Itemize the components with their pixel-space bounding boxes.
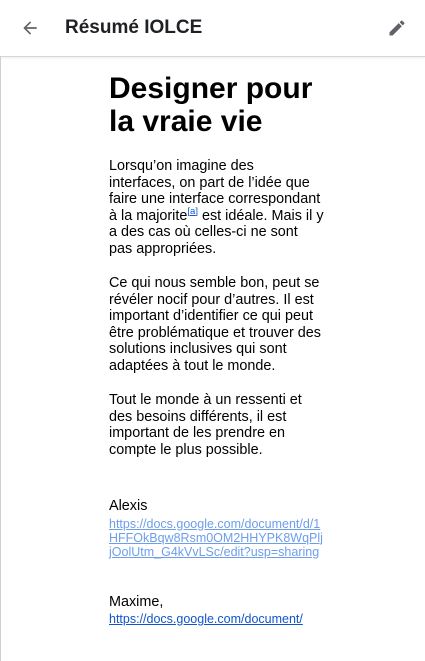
app-bar: Résumé IOLCE bbox=[0, 0, 425, 57]
document-body: Designer pour la vraie vie Lorsqu’on ima… bbox=[109, 72, 324, 626]
page-edge-divider bbox=[0, 56, 1, 661]
signature-alexis: Alexis https://docs.google.com/document/… bbox=[109, 498, 324, 559]
signature-doc-link[interactable]: https://docs.google.com/document/d/1HFFO… bbox=[109, 517, 324, 559]
paragraph-second: Ce qui nous semble bon, peut se révéler … bbox=[109, 275, 321, 374]
arrow-back-icon bbox=[23, 21, 37, 35]
edit-button[interactable] bbox=[381, 12, 413, 44]
pencil-edit-icon bbox=[389, 20, 405, 36]
paragraph-third: Tout le monde à un ressenti et des besoi… bbox=[109, 392, 302, 458]
signature-name: Alexis bbox=[109, 498, 148, 514]
app-title: Résumé IOLCE bbox=[65, 17, 203, 38]
paragraph-intro: Lorsqu’on imagine des interfaces, on par… bbox=[109, 158, 324, 257]
comment-reference: [a] bbox=[187, 206, 198, 217]
back-button[interactable] bbox=[14, 12, 46, 44]
signature-maxime: Maxime, https://docs.google.com/document… bbox=[109, 594, 324, 627]
signature-doc-link[interactable]: https://docs.google.com/document/ bbox=[109, 612, 324, 626]
comment-reference-link[interactable]: [a] bbox=[187, 206, 198, 217]
signature-name: Maxime, bbox=[109, 593, 164, 610]
document-title: Designer pour la vraie vie bbox=[109, 72, 313, 138]
